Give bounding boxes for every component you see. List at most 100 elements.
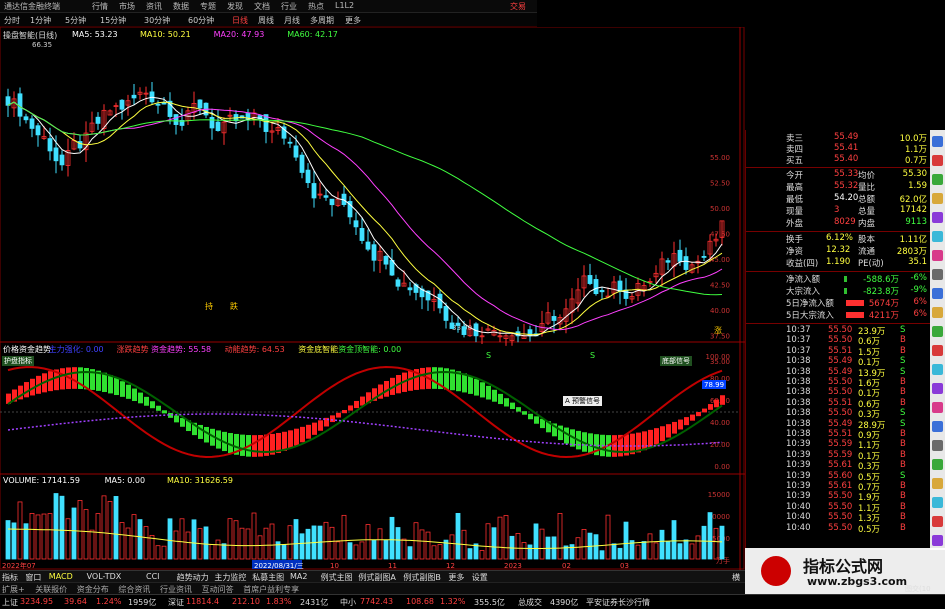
flow-bar: [312, 422, 317, 435]
menu-item[interactable]: 文档: [254, 1, 270, 12]
indicator-tab[interactable]: VOL-TDX: [87, 572, 122, 581]
menu-item[interactable]: L1L2: [335, 1, 354, 10]
toolbar-shortcut-icon[interactable]: [932, 212, 943, 223]
menu-item[interactable]: 热点: [308, 1, 324, 12]
indicator-tab[interactable]: MACD: [49, 572, 73, 581]
period-tab[interactable]: 5分钟: [65, 15, 86, 26]
volume-bar: [137, 519, 143, 560]
menu-item[interactable]: 数据: [173, 1, 189, 12]
toolbar-shortcut-icon[interactable]: [932, 269, 943, 280]
flow-bar: [660, 426, 665, 442]
toolbar-shortcut-icon[interactable]: [932, 421, 943, 432]
volume-bar: [575, 537, 581, 560]
toolbar-shortcut-icon[interactable]: [932, 250, 943, 261]
stat-value: 1.59: [908, 181, 927, 191]
order-book-row[interactable]: 买五 55.40 0.7万: [746, 154, 931, 166]
candle-body: [209, 117, 215, 129]
period-tab[interactable]: 月线: [284, 15, 300, 26]
flow-bar: [348, 405, 353, 411]
period-tab[interactable]: 周线: [258, 15, 274, 26]
period-tab[interactable]: 更多: [345, 15, 361, 26]
volume-bar: [719, 525, 725, 560]
flow-bar-indicator: [846, 312, 864, 318]
chart-area[interactable]: 55.0052.5050.0047.5045.0042.5040.0037.50…: [0, 27, 745, 570]
menu-item[interactable]: 专题: [200, 1, 216, 12]
candle-body: [299, 154, 305, 173]
toolbar-shortcut-icon[interactable]: [932, 478, 943, 489]
month-label: 03: [620, 562, 629, 570]
toolbar-shortcut-icon[interactable]: [932, 155, 943, 166]
volume-bar: [167, 518, 173, 560]
toolbar-shortcut-icon[interactable]: [932, 326, 943, 337]
indicator-tab[interactable]: MA2: [290, 572, 307, 581]
flow-bar: [654, 428, 659, 445]
flow-bar: [126, 384, 131, 399]
toolbar-shortcut-icon[interactable]: [932, 516, 943, 527]
menu-item[interactable]: 行情: [92, 1, 108, 12]
toolbar-shortcut-icon[interactable]: [932, 193, 943, 204]
volume-bar: [479, 550, 485, 560]
toolbar-shortcut-icon[interactable]: [932, 497, 943, 508]
tick-price: 55.60: [828, 470, 853, 481]
volume-bar: [101, 495, 107, 560]
toolbar-shortcut-icon[interactable]: [932, 231, 943, 242]
side-icon-column: [930, 130, 945, 550]
volume-bar: [569, 544, 575, 560]
status-item: 355.5亿: [474, 598, 505, 607]
volume-bar: [209, 544, 215, 560]
status-bar: 上证 3234.95 39.64 1.24% 1959亿 深证 11814.4 212.10 1…: [0, 594, 945, 609]
fund-flow-row: 5日大宗流入 4211万 6%: [746, 309, 931, 321]
period-tab[interactable]: 多周期: [310, 15, 334, 26]
toolbar-shortcut-icon[interactable]: [932, 307, 943, 318]
menu-item[interactable]: 市场: [119, 1, 135, 12]
indicator-value: 资金趋势: 55.58: [151, 345, 212, 354]
indicator-value: MA5: 53.23: [72, 30, 118, 39]
toolbar-shortcut-icon[interactable]: [932, 364, 943, 375]
flow-bar: [330, 415, 335, 423]
tick-direction: B: [900, 522, 906, 533]
indicator-tab[interactable]: CCI: [146, 572, 160, 581]
toolbar-shortcut-icon[interactable]: [932, 288, 943, 299]
watermark-logo-icon: [761, 556, 791, 586]
status-item: 中小: [340, 598, 356, 607]
candle-body: [287, 141, 293, 144]
toolbar-shortcut-icon[interactable]: [932, 402, 943, 413]
indicator-value: 资金顶智能: 0.00: [338, 345, 402, 354]
toolbar-shortcut-icon[interactable]: [932, 383, 943, 394]
trade-link[interactable]: 交易: [510, 1, 526, 12]
period-tab[interactable]: 1分钟: [30, 15, 51, 26]
period-tab[interactable]: 分时: [4, 15, 20, 26]
tick-direction: B: [900, 335, 906, 346]
status-item: 39.64: [64, 597, 87, 606]
volume-bar: [71, 507, 77, 560]
toolbar-shortcut-icon[interactable]: [932, 136, 943, 147]
toolbar-shortcut-icon[interactable]: [932, 535, 943, 546]
volume-bar: [251, 512, 257, 560]
fundamental-value: 2803万: [896, 247, 927, 257]
tick-price: 55.49: [828, 418, 853, 429]
stat-row: 现量 3 总量 17142: [746, 205, 931, 217]
toolbar-shortcut-icon[interactable]: [932, 440, 943, 451]
volume-bar: [677, 543, 683, 560]
toolbar-shortcut-icon[interactable]: [932, 174, 943, 185]
menu-item[interactable]: 发现: [227, 1, 243, 12]
period-tab[interactable]: 日线: [232, 15, 248, 26]
flow-bar: [432, 367, 437, 389]
tick-direction: B: [900, 481, 906, 491]
toolbar-shortcut-icon[interactable]: [932, 459, 943, 470]
flow-bar: [174, 415, 179, 423]
menu-item[interactable]: 行业: [281, 1, 297, 12]
period-tab[interactable]: 60分钟: [188, 15, 214, 26]
tick-price: 55.50: [828, 335, 853, 346]
volume-bar: [257, 535, 263, 560]
period-tab[interactable]: 30分钟: [144, 15, 170, 26]
flow-bar: [462, 373, 467, 393]
period-tab[interactable]: 15分钟: [100, 15, 126, 26]
month-label: 10: [330, 562, 339, 570]
menu-item[interactable]: 资讯: [146, 1, 162, 12]
toolbar-shortcut-icon[interactable]: [932, 345, 943, 356]
tick-price: 55.50: [828, 512, 853, 523]
candle-body: [389, 259, 395, 276]
stat-row: 最低 54.20 总额 62.0亿: [746, 193, 931, 205]
tick-direction: B: [900, 439, 906, 450]
